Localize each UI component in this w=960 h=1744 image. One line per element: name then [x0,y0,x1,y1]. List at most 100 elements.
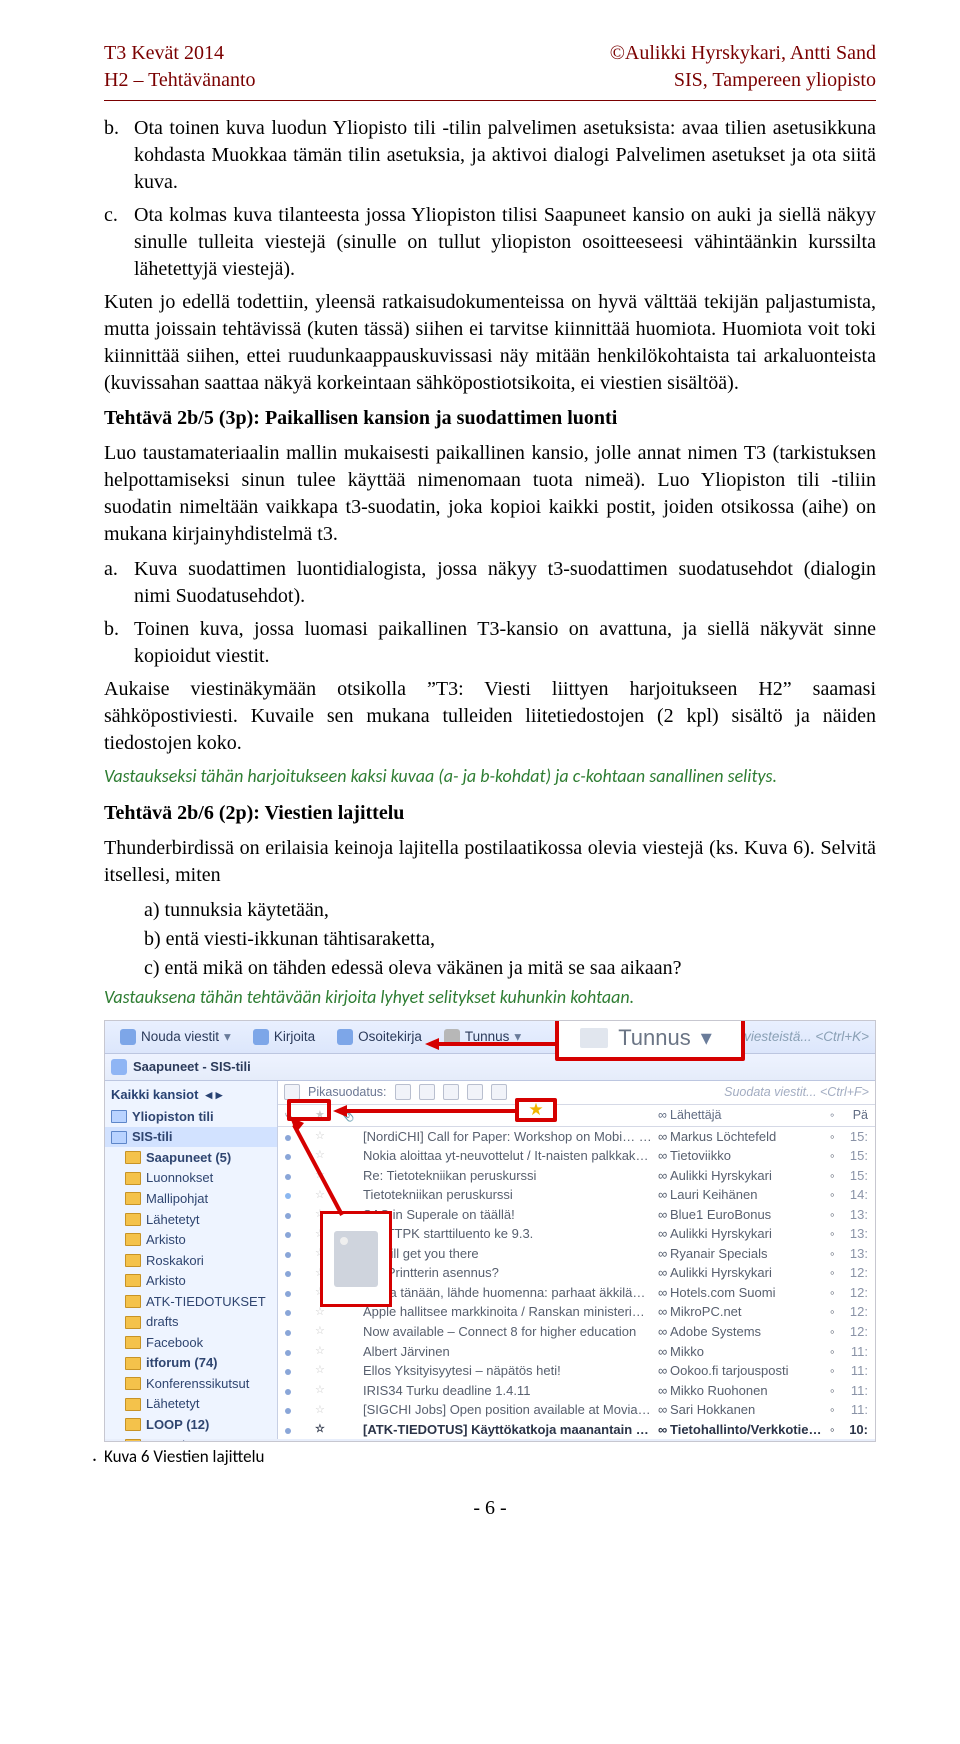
row-read: ∞ [655,1284,667,1302]
big-tag-icon [334,1231,378,1287]
folder-item[interactable]: Saapuneet (5) [105,1147,277,1168]
folder-item[interactable]: itforum (74) [105,1353,277,1374]
col-star-icon[interactable]: ★ [312,1108,336,1123]
row-read: ∞ [655,1343,667,1361]
mail-row[interactable]: ☆ Now available – Connect 8 for higher ed… [278,1322,875,1342]
mail-row[interactable]: ☆IRIS34 Turku deadline 1.4.11∞Mikko Ruoh… [278,1381,875,1401]
row-subject: Now available – Connect 8 for higher edu… [360,1323,655,1341]
folder-item[interactable]: Yliopiston tili [105,1106,277,1127]
qf-attach-icon[interactable] [491,1084,507,1100]
row-thread [282,1264,312,1282]
folder-item[interactable]: SIS-tili [105,1127,277,1148]
marker-c: c. [104,202,134,283]
folder-icon [125,1316,141,1329]
mail-row[interactable]: ☆[SIGCHI Jobs] Open position available a… [278,1400,875,1420]
quick-filter-bar: Pikasuodatus: Suodata viestit... <Ctrl+F… [278,1081,875,1105]
qf-star-icon[interactable] [419,1084,435,1100]
folder-item[interactable]: Lähetetyt [105,1209,277,1230]
write-label: Kirjoita [274,1028,315,1046]
row-read: ∞ [655,1264,667,1282]
tag-label: Tunnus [465,1028,510,1046]
row-date: 13: [839,1206,871,1224]
mail-row[interactable]: ☆Tietotekniikan peruskurssi∞Lauri Keihän… [278,1185,875,1205]
row-tag: ◦ [827,1147,839,1165]
tag-icon [444,1029,460,1045]
row-date: 15: [839,1147,871,1165]
row-sender: Lauri Keihänen [667,1186,827,1204]
write-button[interactable]: Kirjoita [244,1025,324,1049]
row-date: 12: [839,1284,871,1302]
col-read-icon[interactable]: ∞ [655,1107,667,1124]
quickfilter-toggle-icon[interactable] [284,1084,300,1100]
row-subject: [ATK-TIEDOTUS] Käyttökatkoja maanantain … [360,1421,655,1439]
folder-item[interactable]: Roskakori [105,1250,277,1271]
row-read: ∞ [655,1401,667,1419]
folder-label: Mallipohjat [146,1190,208,1208]
mail-row[interactable]: ☆Ellos Yksityisyytesi – näpätös heti!∞Oo… [278,1361,875,1381]
folder-item[interactable]: drafts [105,1312,277,1333]
text-b: Ota toinen kuva luodun Yliopisto tili -t… [134,115,876,196]
row-sender: Morningstar FI [667,1440,827,1442]
folder-item[interactable]: Facebook [105,1332,277,1353]
folder-icon [125,1357,141,1370]
folder-item[interactable]: LOOP (12) [105,1415,277,1436]
row-sender: Ookoo.fi tarjousposti [667,1362,827,1380]
folder-icon [125,1233,141,1246]
folder-icon [125,1295,141,1308]
row-tag: ◦ [827,1343,839,1361]
addressbook-button[interactable]: Osoitekirja [328,1025,431,1049]
row-subject: Re: TTPK starttiluento ke 9.3. [360,1225,655,1243]
tag-button[interactable]: Tunnus ▾ [435,1025,530,1049]
row-read: ∞ [655,1225,667,1243]
qf-tag-icon[interactable] [467,1084,483,1100]
mail-row[interactable]: ☆Nokia aloittaa yt-neuvottelut / It-nais… [278,1146,875,1166]
global-search-hint[interactable]: ista viesteistä... <Ctrl+K> [719,1028,869,1046]
row-sender: Adobe Systems [667,1323,827,1341]
row-tag: ◦ [827,1323,839,1341]
row-star: ☆ [312,1129,336,1144]
col-tag-icon[interactable]: ◦ [827,1107,839,1124]
row-read: ∞ [655,1186,667,1204]
col-date[interactable]: Pä [839,1107,871,1124]
folder-item[interactable]: Lähetetyt [105,1394,277,1415]
col-sender[interactable]: Lähettäjä [667,1107,827,1124]
mail-row[interactable]: ☆[NordiCHI] Call for Paper: Workshop on … [278,1127,875,1147]
fetch-button[interactable]: Nouda viestit ▾ [111,1025,240,1049]
folder-icon [125,1274,141,1287]
mail-row[interactable]: ☆Albert Järvinen∞Mikko◦11: [278,1342,875,1362]
paragraph-advice: Kuten jo edellä todettiin, yleensä ratka… [104,289,876,397]
row-subject: Re: Tietotekniikan peruskurssi [360,1167,655,1185]
open-folder-tab[interactable]: Saapuneet - SIS-tili [133,1058,251,1076]
folder-item[interactable]: Luonnokset [105,1168,277,1189]
columns-header[interactable]: ⤷ ★ 📎 ∞ Lähettäjä ◦ Pä [278,1105,875,1127]
qf-contact-icon[interactable] [443,1084,459,1100]
header-right-2: SIS, Tampereen yliopisto [674,69,876,91]
folder-tree[interactable]: Kaikki kansiot ◂ ▸ Yliopiston tiliSIS-ti… [105,1081,278,1439]
folder-item[interactable]: Arkisto [105,1271,277,1292]
folder-label: Arkisto [146,1231,186,1249]
row-read: ∞ [655,1167,667,1185]
qf-unread-icon[interactable] [395,1084,411,1100]
row-thread [282,1382,312,1400]
folder-item[interactable]: Mallipohjat [105,1189,277,1210]
folder-icon [125,1213,141,1226]
row-date: 11: [839,1382,871,1400]
col-thread-icon[interactable]: ⤷ [282,1107,312,1124]
quickfilter-input[interactable]: Suodata viestit... <Ctrl+F> [724,1084,869,1101]
row-sender: Mikko [667,1343,827,1361]
mail-row[interactable]: ☆[ATK-TIEDOTUS] Käyttökatkoja maanantain… [278,1420,875,1440]
folder-item[interactable]: Arkisto [105,1230,277,1251]
folder-item[interactable]: Konferenssikutsut [105,1373,277,1394]
marker-b: b. [104,115,134,196]
row-read: ∞ [655,1128,667,1146]
mail-row[interactable]: ☆Re: Tietotekniikan peruskurssi∞Aulikki … [278,1166,875,1186]
col-attach-icon[interactable]: 📎 [336,1107,360,1124]
row-date: 11: [839,1343,871,1361]
folder-item[interactable]: ATK-TIEDOTUKSET [105,1291,277,1312]
header-left-1: T3 Kevät 2014 [104,42,224,64]
mail-row[interactable]: ☆Kuka on Suomen paras salkunhoitaja?∞Mor… [278,1439,875,1442]
list-item-c: c. Ota kolmas kuva tilanteesta jossa Yli… [104,202,876,283]
row-star: ☆ [312,1324,336,1339]
folder-item[interactable]: Luuppi [105,1435,277,1442]
folder-label: drafts [146,1313,179,1331]
